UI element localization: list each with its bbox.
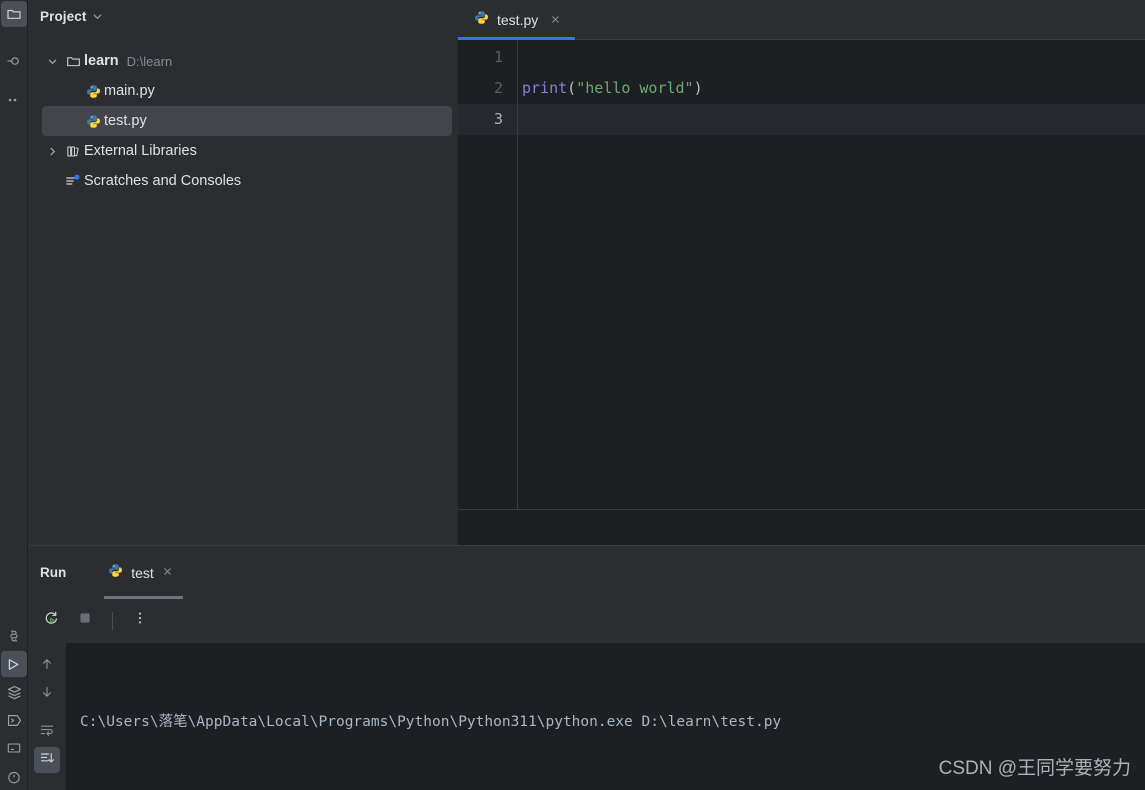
editor-tab-bar: test.py <box>458 0 1145 40</box>
console-output[interactable]: C:\Users\落笔\AppData\Local\Programs\Pytho… <box>66 643 1145 790</box>
tool-window-rail <box>0 0 28 790</box>
scratches-icon <box>62 173 84 189</box>
more-dots-icon <box>6 92 22 108</box>
rerun-button[interactable] <box>36 606 66 636</box>
python-packages-icon <box>6 628 22 644</box>
code-lines[interactable]: print("hello world") <box>518 40 1145 509</box>
console-area: C:\Users\落笔\AppData\Local\Programs\Pytho… <box>28 643 1145 790</box>
arrow-up-icon <box>39 656 55 677</box>
editor-area: test.py 123 print("hello world") <box>458 0 1145 545</box>
line-number: 1 <box>458 42 517 73</box>
python-file-icon <box>474 10 489 30</box>
stop-button[interactable] <box>70 606 100 636</box>
tree-node-label: Scratches and Consoles <box>84 173 241 189</box>
kebab-menu-icon <box>133 610 147 631</box>
console-gutter <box>28 643 66 790</box>
run-panel-header: Run test <box>28 546 1145 599</box>
python-packages-tool-window-button[interactable] <box>1 623 27 649</box>
tree-node-label: main.py <box>104 83 155 99</box>
scroll-to-end-button[interactable] <box>34 747 60 773</box>
run-tab-test[interactable]: test <box>104 546 183 599</box>
up-arrow-button[interactable] <box>34 653 60 679</box>
project-tree: learn D:\learn main.py test.py External Libr… <box>28 32 458 545</box>
more-tool-windows-button[interactable] <box>1 87 27 113</box>
code-token-str: "hello world" <box>576 79 693 97</box>
chevron-down-icon[interactable] <box>42 56 62 67</box>
editor-gutter[interactable]: 123 <box>458 40 518 509</box>
python-console-tool-window-button[interactable] <box>1 707 27 733</box>
tree-node-test-py[interactable]: test.py <box>42 106 452 136</box>
close-icon[interactable] <box>162 565 173 580</box>
tree-node-main-py[interactable]: main.py <box>42 76 452 106</box>
python-file-icon <box>108 563 123 583</box>
arrow-down-icon <box>39 684 55 705</box>
code-line[interactable]: print("hello world") <box>518 73 1145 104</box>
terminal-icon <box>6 740 22 756</box>
tree-node-scratches-and-consoles[interactable]: Scratches and Consoles <box>42 166 452 196</box>
soft-wrap-icon <box>39 722 55 743</box>
tree-node-label: test.py <box>104 113 147 129</box>
python-file-icon <box>82 84 104 99</box>
project-panel-title: Project <box>40 9 86 24</box>
pycharm-window: Project learn D:\learn main.py test.py Exter… <box>0 0 1145 790</box>
python-console-icon <box>6 712 23 729</box>
rail-bottom-group <box>0 622 28 790</box>
chevron-right-icon[interactable] <box>42 146 62 157</box>
chevron-down-icon[interactable] <box>92 11 103 22</box>
run-toolbar <box>28 599 1145 643</box>
code-editor[interactable]: 123 print("hello world") <box>458 40 1145 509</box>
code-token-punc: ( <box>567 79 576 97</box>
python-file-icon <box>82 114 104 129</box>
code-token-punc: ) <box>694 79 703 97</box>
project-tool-window-button[interactable] <box>1 1 27 27</box>
project-panel-header[interactable]: Project <box>28 0 458 32</box>
tree-node-learn[interactable]: learn D:\learn <box>42 46 452 76</box>
terminal-tool-window-button[interactable] <box>1 735 27 761</box>
line-number: 2 <box>458 73 517 104</box>
problems-icon <box>6 768 22 784</box>
line-number: 3 <box>458 104 517 135</box>
code-line[interactable] <box>518 42 1145 73</box>
toolbar-divider <box>112 612 113 630</box>
console-command-line: C:\Users\落笔\AppData\Local\Programs\Pytho… <box>80 709 1145 736</box>
code-line[interactable] <box>518 104 1145 135</box>
problems-tool-window-button[interactable] <box>1 763 27 789</box>
project-tool-window: Project learn D:\learn main.py test.py Exter… <box>28 0 458 545</box>
run-play-icon <box>6 656 23 673</box>
editor-bottom-strip <box>458 509 1145 545</box>
services-icon <box>6 684 23 701</box>
code-token-fn: print <box>522 79 567 97</box>
editor-tab-label: test.py <box>497 12 538 28</box>
folder-icon <box>62 54 84 69</box>
editor-tab-test-py[interactable]: test.py <box>458 0 575 40</box>
close-icon[interactable] <box>550 13 561 28</box>
run-tool-window: Run test <box>28 545 1145 790</box>
services-tool-window-button[interactable] <box>1 679 27 705</box>
soft-wrap-button[interactable] <box>34 719 60 745</box>
tab-bar-empty-space <box>575 0 1145 40</box>
down-arrow-button[interactable] <box>34 681 60 707</box>
more-options-button[interactable] <box>125 606 155 636</box>
library-icon <box>62 144 84 159</box>
rerun-icon <box>43 610 60 632</box>
tree-node-label: External Libraries <box>84 143 197 159</box>
tree-node-label: learn <box>84 53 119 69</box>
rail-top-group <box>1 0 27 114</box>
run-tool-window-button[interactable] <box>1 651 27 677</box>
tree-node-path: D:\learn <box>127 54 173 69</box>
folder-icon <box>6 6 22 22</box>
scroll-to-end-icon <box>39 750 55 771</box>
tree-node-external-libraries[interactable]: External Libraries <box>42 136 452 166</box>
run-panel-title: Run <box>40 565 66 580</box>
stop-square-icon <box>77 610 93 631</box>
commit-icon <box>6 53 22 69</box>
run-tab-label: test <box>131 565 154 581</box>
commit-tool-window-button[interactable] <box>1 48 27 74</box>
